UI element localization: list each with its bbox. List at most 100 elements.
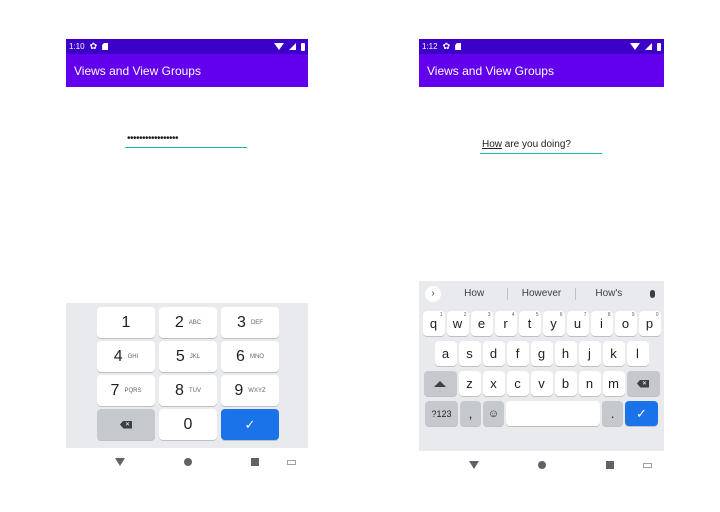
key-q[interactable]: q1 (422, 311, 445, 336)
backspace-key[interactable]: ✕ (626, 371, 660, 396)
key-digit: 0 (183, 415, 193, 433)
key-letter: o (621, 316, 630, 331)
app-bar: Views and View Groups (66, 54, 308, 87)
key-1[interactable]: 1 (97, 307, 155, 338)
key-i[interactable]: i8 (590, 311, 613, 336)
emoji-key[interactable]: ☺ (483, 401, 504, 426)
field-text: are you doing? (502, 139, 571, 150)
recents-icon[interactable] (606, 461, 615, 469)
key-letter: u (573, 316, 582, 331)
key-b[interactable]: b (554, 371, 577, 396)
key-7[interactable]: 7 PQRS (97, 375, 155, 406)
back-icon[interactable] (468, 461, 479, 469)
right-phone-screen: 1:12 ✿ Views and View Groups How are you… (419, 39, 664, 477)
keyboard-switch-icon[interactable] (287, 459, 296, 465)
key-letter: w (452, 316, 463, 331)
key-5[interactable]: 5 JKL (159, 341, 217, 372)
key-6[interactable]: 6 MNO (221, 341, 279, 372)
key-p[interactable]: p0 (638, 311, 661, 336)
back-icon[interactable] (115, 458, 126, 466)
status-time: 1:12 (422, 42, 438, 51)
key-d[interactable]: d (482, 341, 505, 366)
key-letters: PQRS (124, 387, 142, 394)
key-letters: MNO (249, 353, 264, 360)
key-letter: i (600, 316, 603, 331)
key-2[interactable]: 2 ABC (159, 307, 217, 338)
key-z[interactable]: z (458, 371, 481, 396)
suggestion-3[interactable]: How's (576, 288, 642, 299)
key-f[interactable]: f (506, 341, 529, 366)
home-icon[interactable] (538, 461, 547, 469)
key-letter: p (645, 316, 654, 331)
key-o[interactable]: o9 (614, 311, 637, 336)
key-letters: ABC (188, 319, 202, 326)
backspace-key[interactable]: ✕ (97, 409, 155, 440)
key-m[interactable]: m (602, 371, 625, 396)
left-phone-screen: 1:10 ✿ Views and View Groups •••••••••••… (66, 39, 308, 477)
key-s[interactable]: s (458, 341, 481, 366)
suggestion-strip: › How However How's (419, 281, 664, 306)
key-digit: 5 (175, 347, 185, 365)
battery-icon (657, 42, 661, 51)
key-j[interactable]: j (578, 341, 601, 366)
qwerty-keyboard: › How However How's q1w2e3r4t5y6u7i8o9p0… (419, 281, 664, 451)
key-y[interactable]: y6 (542, 311, 565, 336)
key-r[interactable]: r4 (494, 311, 517, 336)
status-bar: 1:12 ✿ (419, 39, 664, 54)
key-letters: WXYZ (248, 387, 266, 394)
key-letter: e (477, 316, 486, 331)
sd-card-icon (455, 43, 462, 50)
key-l[interactable]: l (626, 341, 649, 366)
key-letter: q (429, 316, 438, 331)
key-x[interactable]: x (482, 371, 505, 396)
password-field[interactable]: ••••••••••••••••• (125, 130, 247, 148)
key-3[interactable]: 3 DEF (221, 307, 279, 338)
key-t[interactable]: t5 (518, 311, 541, 336)
key-hint: 9 (631, 312, 635, 318)
symbols-key[interactable]: ?123 (425, 401, 458, 426)
password-value: ••••••••••••••••• (127, 133, 179, 144)
battery-icon (301, 42, 305, 51)
shift-key[interactable] (423, 371, 457, 396)
wifi-icon (274, 43, 284, 50)
key-c[interactable]: c (506, 371, 529, 396)
app-title: Views and View Groups (427, 63, 554, 78)
done-key[interactable]: ✓ (625, 401, 658, 426)
comma-key[interactable]: , (460, 401, 481, 426)
space-key[interactable] (506, 401, 600, 426)
key-h[interactable]: h (554, 341, 577, 366)
recents-icon[interactable] (250, 458, 259, 466)
key-a[interactable]: a (434, 341, 457, 366)
key-u[interactable]: u7 (566, 311, 589, 336)
key-g[interactable]: g (530, 341, 553, 366)
key-k[interactable]: k (602, 341, 625, 366)
key-e[interactable]: e3 (470, 311, 493, 336)
microphone-icon[interactable] (642, 289, 664, 298)
done-key[interactable]: ✓ (221, 409, 279, 440)
check-icon: ✓ (244, 416, 256, 432)
key-n[interactable]: n (578, 371, 601, 396)
status-time: 1:10 (69, 42, 85, 51)
key-9[interactable]: 9 WXYZ (221, 375, 279, 406)
period-key[interactable]: . (602, 401, 623, 426)
home-icon[interactable] (183, 458, 192, 466)
letter-group: zxcvbnm (458, 371, 625, 396)
key-digit: 6 (236, 347, 245, 365)
suggestion-1[interactable]: How (441, 288, 507, 299)
key-v[interactable]: v (530, 371, 553, 396)
key-digit: 3 (237, 313, 246, 331)
chevron-right-icon[interactable]: › (425, 285, 441, 302)
keyboard-switch-icon[interactable] (643, 462, 652, 468)
numeric-keyboard: 1 2 ABC 3 DEF 4 GHI 5 JKL 6 MNO 7 PQRS 8 TUV 9W… (66, 303, 308, 448)
composing-word: How (482, 139, 503, 150)
key-w[interactable]: w2 (446, 311, 469, 336)
key-0[interactable]: 0 (159, 409, 217, 440)
key-8[interactable]: 8 TUV (159, 375, 217, 406)
key-digit: 8 (175, 381, 184, 399)
key-hint: 4 (511, 312, 515, 318)
key-hint: 3 (487, 312, 491, 318)
key-4[interactable]: 4 GHI (97, 341, 155, 372)
gear-icon: ✿ (89, 41, 98, 51)
suggestion-2[interactable]: However (508, 288, 574, 299)
text-field[interactable]: How are you doing? (480, 136, 602, 154)
